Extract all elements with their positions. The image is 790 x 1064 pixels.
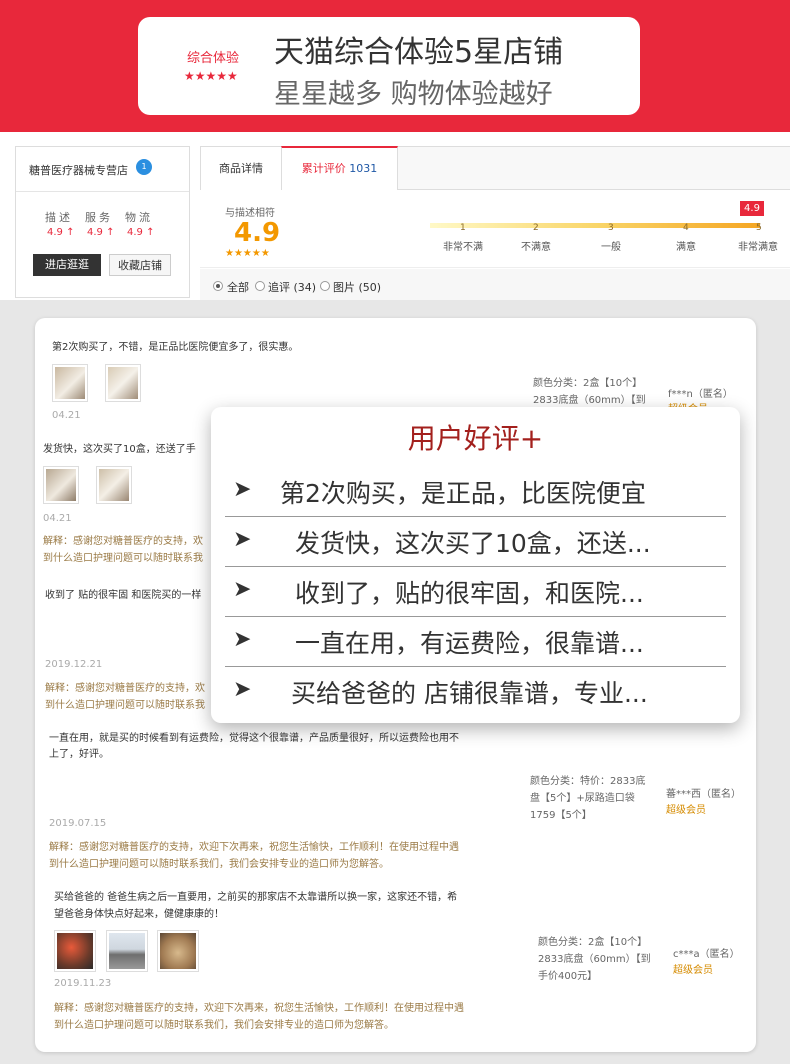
review-user: f***n（匿名） [668,389,733,400]
filter-followup-radio[interactable] [255,281,265,291]
popup-item-text: 收到了，贴的很牢固，和医院... [295,579,644,608]
rating-summary: 与描述相符 4.9 ★★★★★ 4.9 1 2 3 4 5 非常不满 不满意 一… [200,190,790,268]
score-value-description: 4.9 ↑ [47,227,75,238]
experience-badge-label: 综合体验 [187,51,240,66]
review-photo[interactable] [43,466,79,504]
review-sku: 颜色分类：2盒【10个】 2833底盘（60mm）【到 手价400元】 [538,937,651,982]
review-text: 发货快，这次买了10盒，还送了手 [43,444,196,455]
seller-reply: 到什么造口护理问题可以随时联系我们，我们会安排专业的造口师为您解答。 [54,1020,394,1031]
banner-card: 综合体验 ★★★★★ 天猫综合体验5星店铺 星星越多 购物体验越好 [138,17,640,115]
filter-all-radio[interactable] [213,281,223,291]
score-value-logistics: 4.9 ↑ [127,227,155,238]
rating-tick-label: 满意 [676,242,696,253]
tab-reviews[interactable]: 累计评价 1031 [281,146,398,191]
review-photo[interactable] [106,930,148,972]
rating-tick: 4 [683,223,689,233]
banner-subtitle: 星星越多 购物体验越好 [274,79,553,110]
member-badge: 超级会员 [666,805,706,816]
arrow-right-icon: ➤ [233,677,252,702]
score-label-service: 服务 [85,211,113,224]
review-date: 2019.11.23 [54,978,112,989]
arrow-right-icon: ➤ [233,527,252,552]
rating-stars: ★★★★★ [225,248,270,259]
review-photo[interactable] [54,930,96,972]
tab-reviews-label: 累计评价 [301,162,346,175]
review-text: 望爸爸身体快点好起来，健健康康的！ [54,909,224,920]
seller-reply: 到什么造口护理问题可以随时联系我们，我们会安排专业的造口师为您解答。 [49,859,389,870]
arrow-right-icon: ➤ [233,577,252,602]
rating-tick: 3 [608,223,614,233]
popup-item: ➤ 买给爸爸的 店铺很靠谱，专业... [225,667,726,717]
review-date: 2019.12.21 [45,659,103,670]
seller-reply: 解释：感谢您对糖普医疗的支持，欢 [43,536,203,547]
divider [16,191,189,192]
review-text: 买给爸爸的 爸爸生病之后一直要用，之前买的那家店不太靠谱所以换一家，这家还不错，… [54,892,458,903]
rating-tick-label: 非常满意 [738,242,778,253]
promo-banner: 综合体验 ★★★★★ 天猫综合体验5星店铺 星星越多 购物体验越好 [0,0,790,132]
arrow-right-icon: ➤ [233,477,252,502]
review-date: 2019.07.15 [49,818,107,829]
tab-reviews-count: 1031 [349,162,378,175]
review-text: 第2次购买了，不错，是正品比医院便宜多了，很实惠。 [52,342,299,353]
enter-shop-button[interactable]: 进店逛逛 [33,254,101,276]
rating-label: 与描述相符 [225,208,275,219]
good-reviews-popup: 用户好评+ ➤ 第2次购买，是正品，比医院便宜 ➤ 发货快，这次买了10盒，还送… [211,407,740,723]
review-filter-bar: 全部 追评 (34) 图片 (50) [200,269,790,303]
arrow-right-icon: ➤ [233,627,252,652]
popup-title: 用户好评+ [407,422,544,455]
banner-title: 天猫综合体验5星店铺 [274,35,564,70]
seller-reply: 解释：感谢您对糖普医疗的支持，欢 [45,683,205,694]
review-sku: 颜色分类：特价：2833底 盘【5个】+尿路造口袋 1759【5个】 [530,776,646,821]
review-photo[interactable] [96,466,132,504]
popup-item-text: 发货快，这次买了10盒，还送... [295,529,651,558]
review-photo[interactable] [52,364,88,402]
popup-item-text: 买给爸爸的 店铺很靠谱，专业... [291,679,648,708]
seller-reply: 到什么造口护理问题可以随时联系我 [43,553,203,564]
rating-tick: 5 [756,223,762,233]
review-date: 04.21 [43,513,72,524]
rating-tick-label: 一般 [601,242,621,253]
filter-all-label[interactable]: 全部 [227,279,249,295]
review-text: 收到了 贴的很牢固 和医院买的一样 [45,590,202,601]
shop-level-icon: 1 [136,159,152,175]
score-label-logistics: 物流 [125,211,153,224]
review-text: 上了，好评。 [49,749,109,760]
shop-name[interactable]: 糖普医疗器械专营店 [29,162,128,178]
review-sku: 颜色分类：2盒【10个】 2833底盘（60mm）【到 [533,378,646,406]
rating-tick: 1 [460,223,466,233]
favorite-shop-button[interactable]: 收藏店铺 [109,254,171,276]
review-user: 蕃***西（匿名） [666,789,741,800]
seller-reply: 解释：感谢您对糖普医疗的支持，欢迎下次再来，祝您生活愉快，工作顺利！在使用过程中… [49,842,459,853]
rating-score: 4.9 [234,218,281,248]
tab-details[interactable]: 商品详情 [200,147,282,190]
filter-followup-label[interactable]: 追评 (34) [268,279,316,295]
review-text: 一直在用，就是买的时候看到有运费险，觉得这个很靠谱，产品质量很好，所以运费险也用… [49,733,459,744]
rating-tick: 2 [533,223,539,233]
rating-marker-flag: 4.9 [740,201,764,216]
rating-tick-label: 非常不满 [443,242,483,253]
popup-item: ➤ 第2次购买，是正品，比医院便宜 [225,467,726,517]
rating-tick-label: 不满意 [521,242,551,253]
filter-images-label[interactable]: 图片 (50) [333,279,381,295]
member-badge: 超级会员 [673,965,713,976]
score-value-service: 4.9 ↑ [87,227,115,238]
seller-reply: 到什么造口护理问题可以随时联系我 [45,700,205,711]
popup-item: ➤ 一直在用，有运费险，很靠谱... [225,617,726,667]
score-label-description: 描述 [45,211,73,224]
review-user: c***a（匿名） [673,949,740,960]
popup-item-text: 第2次购买，是正品，比医院便宜 [280,479,646,508]
rating-scale-bar [430,223,760,228]
seller-reply: 解释：感谢您对糖普医疗的支持，欢迎下次再来，祝您生活愉快，工作顺利！在使用过程中… [54,1003,464,1014]
popup-item: ➤ 收到了，贴的很牢固，和医院... [225,567,726,617]
popup-item-text: 一直在用，有运费险，很靠谱... [295,629,644,658]
tab-bar: 商品详情 累计评价 1031 [200,146,790,191]
review-photo[interactable] [105,364,141,402]
review-date: 04.21 [52,410,81,421]
review-photo[interactable] [157,930,199,972]
filter-images-radio[interactable] [320,281,330,291]
popup-item: ➤ 发货快，这次买了10盒，还送... [225,517,726,567]
shop-panel: 糖普医疗器械专营店 1 描述 服务 物流 4.9 ↑ 4.9 ↑ 4.9 ↑ 进… [15,146,190,298]
experience-badge-stars: ★★★★★ [184,69,238,83]
